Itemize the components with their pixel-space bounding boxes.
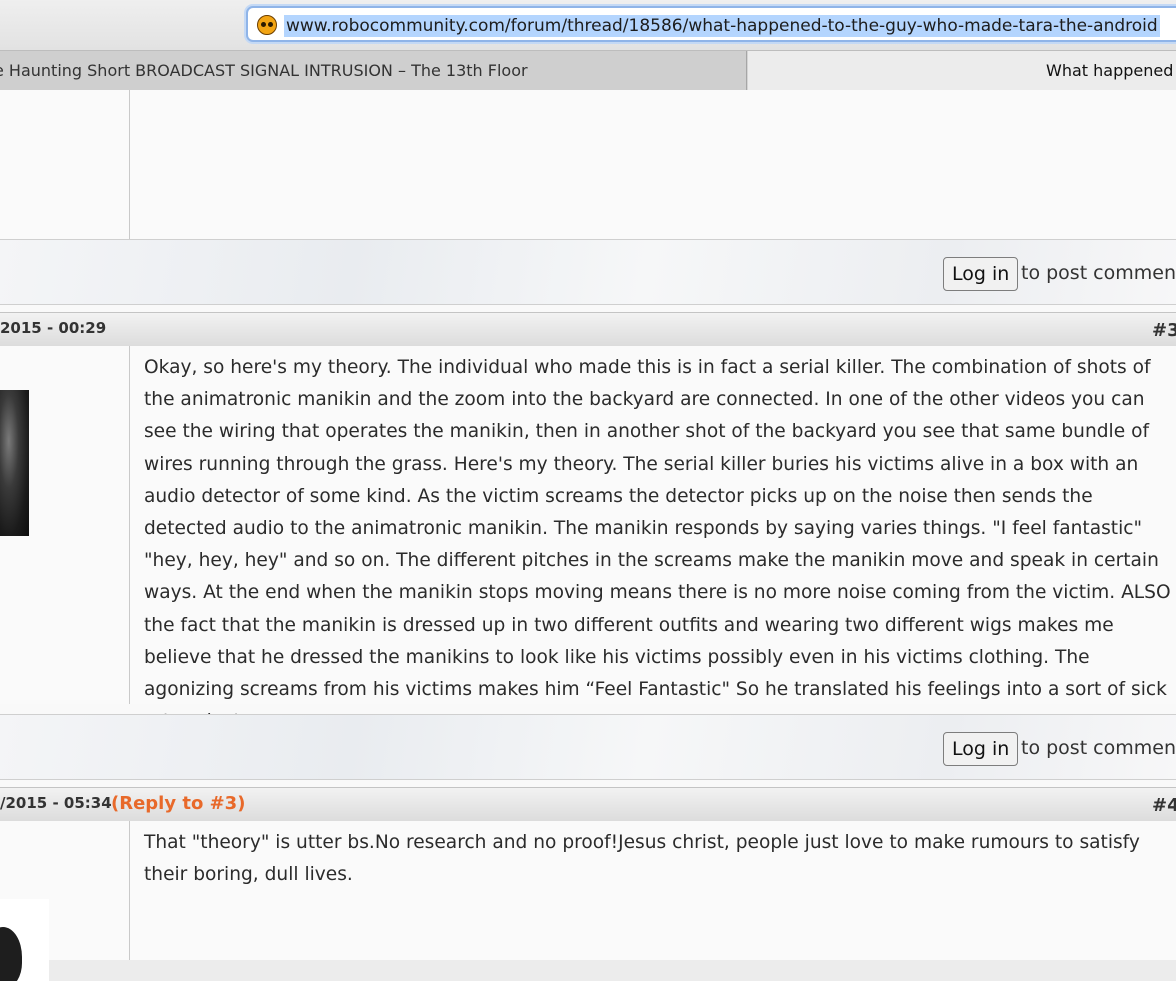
tab-strip: e Haunting Short BROADCAST SIGNAL INTRUS… <box>0 50 1176 91</box>
tab-label: e Haunting Short BROADCAST SIGNAL INTRUS… <box>0 61 528 80</box>
post-number-link[interactable]: #3 <box>1152 320 1176 341</box>
post-header: 2015 - 00:29 #3 <box>0 312 1176 347</box>
forum-thread: Log in to post comment 2015 - 00:29 #3 O… <box>0 90 1176 981</box>
avatar <box>0 899 49 981</box>
author-column <box>0 90 130 239</box>
login-button[interactable]: Log in <box>943 257 1019 291</box>
avatar <box>0 390 29 536</box>
login-suffix-text: to post comment <box>1021 737 1176 759</box>
reply-to-link[interactable]: (Reply to #3) <box>111 793 245 814</box>
site-favicon-icon <box>257 15 277 35</box>
post-text: Okay, so here's my theory. The individua… <box>144 357 1171 732</box>
tab-what-happened[interactable]: What happened t <box>748 51 1176 90</box>
post-date: 2015 - 00:29 <box>0 319 107 337</box>
address-bar[interactable]: www.robocommunity.com/forum/thread/18586… <box>246 6 1176 42</box>
browser-toolbar: www.robocommunity.com/forum/thread/18586… <box>0 0 1176 50</box>
comment-links-bar: Log in to post comment <box>0 714 1176 780</box>
post-number-link[interactable]: #4 <box>1152 795 1176 816</box>
author-column <box>0 346 130 704</box>
previous-post-body <box>0 90 1176 239</box>
author-column <box>0 821 130 981</box>
post-date: /2015 - 05:34 <box>0 794 112 812</box>
login-button[interactable]: Log in <box>943 732 1019 766</box>
comment-links-bar: Log in to post comment <box>0 239 1176 305</box>
url-text[interactable]: www.robocommunity.com/forum/thread/18586… <box>284 15 1160 37</box>
tab-broadcast-signal-intrusion[interactable]: e Haunting Short BROADCAST SIGNAL INTRUS… <box>0 51 747 90</box>
login-suffix-text: to post comment <box>1021 262 1176 284</box>
post-body: Okay, so here's my theory. The individua… <box>0 346 1176 732</box>
post-header: /2015 - 05:34 (Reply to #3) #4 <box>0 787 1176 822</box>
tab-label: What happened t <box>1046 61 1176 80</box>
post-text: That "theory" is utter bs.No research an… <box>144 832 1140 886</box>
post-body: That "theory" is utter bs.No research an… <box>0 821 1176 981</box>
